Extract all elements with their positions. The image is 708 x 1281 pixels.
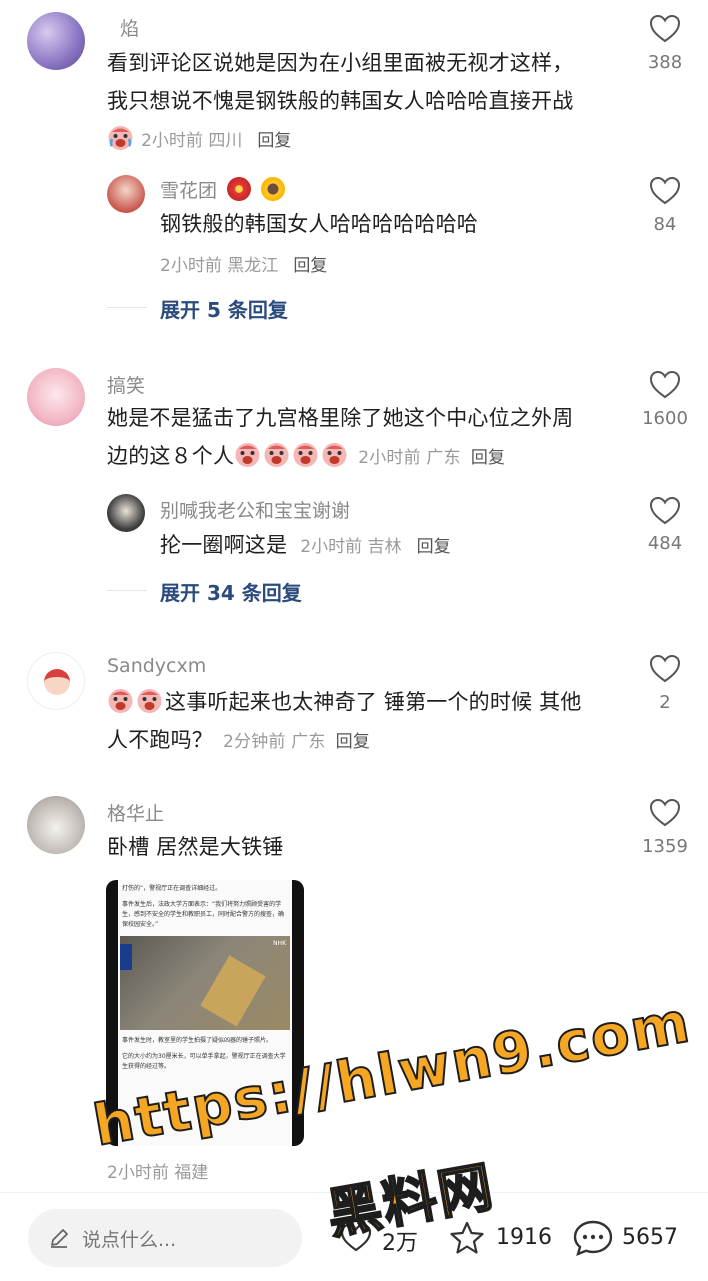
hammer-photo-object	[200, 955, 266, 1027]
avatar[interactable]	[27, 796, 85, 854]
broadcaster-logo: NHK	[273, 940, 286, 947]
divider	[107, 590, 147, 591]
crying-laughing-emoji-icon	[107, 687, 134, 714]
comment-input[interactable]: 说点什么...	[28, 1209, 302, 1267]
heart-icon[interactable]	[649, 798, 681, 828]
pencil-icon	[51, 1229, 68, 1248]
like-count: 484	[647, 533, 683, 554]
reply-button[interactable]: 回复	[257, 131, 291, 151]
comment-timestamp-location: 2小时前 四川	[141, 131, 243, 151]
hibiscus-emoji-icon	[227, 177, 252, 201]
like-count: 388	[647, 52, 683, 73]
comment-text: 卧槽 居然是大铁锤	[107, 835, 284, 859]
crying-laughing-emoji-icon	[292, 441, 319, 468]
heart-icon[interactable]	[649, 176, 681, 206]
crying-laughing-emoji-icon	[321, 441, 348, 468]
avatar[interactable]	[107, 494, 145, 532]
sunflower-emoji-icon	[261, 177, 286, 201]
reply-text-row: 抡一圈啊这是 2小时前 吉林 回复	[160, 526, 451, 564]
expand-replies-button[interactable]: 展开 5 条回复	[160, 294, 288, 323]
reply-username[interactable]: 别喊我老公和宝宝谢谢	[160, 496, 350, 523]
reply-button[interactable]: 回复	[417, 537, 451, 557]
like-count: 2	[659, 692, 671, 713]
comment-username[interactable]: 焰	[120, 14, 139, 41]
comment-username[interactable]: 格华止	[107, 799, 164, 826]
avatar[interactable]	[27, 368, 85, 426]
crying-laughing-emoji-icon	[107, 124, 134, 151]
comment-text: 看到评论区说她是因为在小组里面被无视才这样， 我只想说不愧是钢铁般的韩国女人哈哈…	[107, 51, 574, 113]
avatar[interactable]	[107, 175, 145, 213]
reply-button[interactable]: 回复	[471, 448, 505, 468]
heart-icon[interactable]	[649, 370, 681, 400]
reply-meta-row: 2小时前 黑龙江 回复	[160, 251, 327, 276]
reply-username[interactable]: 雪花团	[160, 176, 286, 203]
comment-text: 这事听起来也太神奇了 锤第一个的时候 其他 人不跑吗？ 2分钟前 广东 回复	[107, 683, 627, 761]
expand-replies-button[interactable]: 展开 34 条回复	[160, 577, 302, 606]
reply-timestamp-location: 2小时前 黑龙江	[160, 256, 279, 276]
emoji-group	[234, 441, 350, 468]
avatar[interactable]	[27, 652, 85, 710]
comment-timestamp-location: 2小时前 福建	[107, 1163, 209, 1183]
cartoon-face-icon	[44, 669, 70, 695]
crying-laughing-emoji-icon	[234, 441, 261, 468]
heart-icon[interactable]	[649, 496, 681, 526]
like-count: 1600	[642, 408, 688, 429]
comment-text: 她是不是猛击了九宫格里除了她这个中心位之外周 边的这８个人 2小时前 广东 回复	[107, 406, 574, 468]
reply-button[interactable]: 回复	[293, 256, 327, 276]
avatar[interactable]	[27, 12, 85, 70]
heart-icon[interactable]	[649, 14, 681, 44]
comment-input-placeholder: 说点什么...	[82, 1229, 177, 1251]
reply-timestamp-location: 2小时前 吉林	[300, 537, 402, 557]
reply-button[interactable]: 回复	[336, 732, 370, 752]
comment-timestamp-location: 2分钟前 广东	[223, 732, 326, 752]
like-count: 84	[653, 214, 677, 235]
comment-meta-row: 2小时前 四川 回复	[107, 124, 291, 151]
crying-laughing-emoji-icon	[136, 687, 163, 714]
heart-icon[interactable]	[649, 654, 681, 684]
divider	[107, 307, 147, 308]
news-photo: NHK	[120, 936, 290, 1030]
like-count: 1359	[642, 836, 688, 857]
reply-text: 抡一圈啊这是	[160, 533, 288, 557]
comment-username[interactable]: 搞笑	[107, 371, 145, 398]
favorite-count: 1916	[496, 1225, 552, 1250]
crying-laughing-emoji-icon	[263, 441, 290, 468]
reply-text: 钢铁般的韩国女人哈哈哈哈哈哈哈	[160, 212, 478, 236]
comment-bubble-icon[interactable]	[572, 1219, 614, 1257]
comment-username[interactable]: Sandycxm	[107, 655, 206, 677]
comment-count: 5657	[622, 1225, 678, 1250]
comment-timestamp-location: 2小时前 广东	[358, 448, 461, 468]
